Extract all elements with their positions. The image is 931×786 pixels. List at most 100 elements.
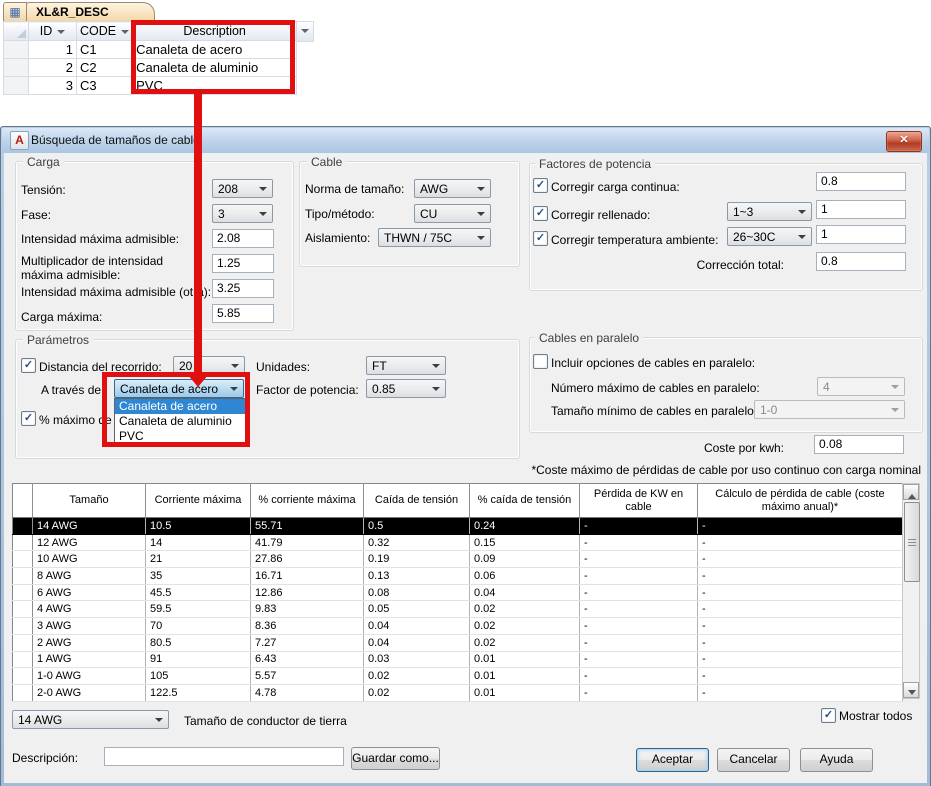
temperatura-input[interactable]: 1 xyxy=(816,225,906,244)
column-header-id[interactable]: ID xyxy=(28,21,77,41)
multiplicador-label: Multiplicador de intensidad máxima admis… xyxy=(21,254,164,282)
filter-dropdown-icon[interactable] xyxy=(57,29,66,38)
arrow-up-icon xyxy=(908,490,916,499)
tamano-minimo-combo[interactable]: 1-0 xyxy=(754,400,905,419)
cell-code[interactable]: C2 xyxy=(75,58,134,77)
maximo-caida-checkbox[interactable]: ✓ xyxy=(21,411,36,426)
rellenado-input[interactable]: 1 xyxy=(816,200,906,219)
annotation-arrow-line xyxy=(194,93,202,376)
table-row[interactable]: 8 AWG 35 16.71 0.13 0.06- - xyxy=(12,567,903,585)
column-header-code[interactable]: CODE xyxy=(75,21,134,41)
correccion-total-input[interactable]: 0.8 xyxy=(816,252,906,271)
table-row[interactable]: 1 AWG 91 6.43 0.03 0.01- - xyxy=(12,651,903,669)
a-traves-label: A través de: xyxy=(41,383,105,397)
factor-potencia-label: Factor de potencia: xyxy=(256,383,359,397)
multiplicador-input[interactable]: 1.25 xyxy=(212,254,274,273)
dropdown-arrow-icon xyxy=(259,187,267,195)
intensidad-label: Intensidad máxima admisible: xyxy=(21,232,180,246)
extra-column-header[interactable] xyxy=(296,21,314,42)
temperatura-checkbox[interactable]: ✓ xyxy=(533,231,548,246)
aislamiento-combo[interactable]: THWN / 75C xyxy=(378,228,491,247)
coste-kwh-input[interactable]: 0.08 xyxy=(814,435,904,454)
table-row[interactable]: 10 AWG 21 27.86 0.19 0.09- - xyxy=(12,550,903,569)
rellenado-checkbox[interactable]: ✓ xyxy=(533,206,548,221)
carga-continua-input[interactable]: 0.8 xyxy=(816,172,906,191)
table-row[interactable]: 1-0 AWG 105 5.57 0.02 0.01- - xyxy=(12,667,903,685)
carga-maxima-label: Carga máxima: xyxy=(21,310,103,324)
row-selector[interactable] xyxy=(3,76,29,95)
mostrar-todos-checkbox[interactable]: ✓ xyxy=(821,708,836,723)
unidades-combo[interactable]: FT xyxy=(366,356,446,375)
carga-continua-checkbox[interactable]: ✓ xyxy=(533,178,548,193)
datasheet-tab[interactable]: XL&R_DESC xyxy=(26,2,155,22)
table-row-selected[interactable]: 14 AWG 10.5 55.71 0.5 0.24- - xyxy=(12,517,903,535)
aislamiento-label: Aislamiento: xyxy=(305,231,371,245)
group-carga-title: Carga xyxy=(23,155,64,169)
checkmark-icon: ✓ xyxy=(23,359,34,371)
filter-dropdown-icon[interactable] xyxy=(301,29,309,37)
dropdown-arrow-icon xyxy=(891,408,899,416)
descripcion-input[interactable] xyxy=(104,747,344,766)
cell-id[interactable]: 3 xyxy=(28,76,77,95)
coste-footnote: *Coste máximo de pérdidas de cable por u… xyxy=(531,463,921,477)
table-row[interactable]: 4 AWG 59.5 9.83 0.05 0.02- - xyxy=(12,600,903,619)
results-header-row: Tamaño Corriente máxima % corriente máxi… xyxy=(12,483,903,518)
dropdown-arrow-icon xyxy=(477,187,485,195)
results-table: Tamaño Corriente máxima % corriente máxi… xyxy=(12,483,903,702)
scroll-up-button[interactable] xyxy=(903,484,919,500)
results-header: Corriente máxima xyxy=(145,483,251,518)
temperatura-combo[interactable]: 26~30C xyxy=(727,227,812,246)
row-selector[interactable] xyxy=(3,40,29,59)
ayuda-button[interactable]: Ayuda xyxy=(800,748,873,772)
distancia-checkbox[interactable]: ✓ xyxy=(21,358,36,373)
table-row[interactable]: 2-0 AWG 122.5 4.78 0.02 0.01- - xyxy=(12,684,903,702)
intensidad-input[interactable]: 2.08 xyxy=(212,229,274,248)
scrollbar-thumb[interactable] xyxy=(904,502,920,582)
unidades-label: Unidades: xyxy=(256,360,311,374)
incluir-paralelo-checkbox[interactable] xyxy=(533,354,548,369)
vertical-scrollbar[interactable] xyxy=(902,483,920,699)
close-button[interactable]: ✕ xyxy=(886,131,922,152)
tension-label: Tensión: xyxy=(21,183,66,197)
cancelar-button[interactable]: Cancelar xyxy=(717,748,790,772)
results-header: Pérdida de KW en cable xyxy=(579,483,698,518)
table-row[interactable]: 12 AWG 14 41.79 0.32 0.15- - xyxy=(12,534,903,552)
cell-code[interactable]: C3 xyxy=(75,76,134,95)
norma-combo[interactable]: AWG xyxy=(414,179,491,198)
dropdown-arrow-icon xyxy=(477,212,485,220)
dialog-title: Búsqueda de tamaños de cable xyxy=(31,133,200,147)
table-row[interactable]: 2 AWG 80.5 7.27 0.04 0.02- - xyxy=(12,634,903,652)
carga-maxima-input[interactable]: 5.85 xyxy=(212,304,274,323)
checkmark-icon: ✓ xyxy=(535,207,546,219)
annotation-rect-dropdown xyxy=(102,372,250,447)
rellenado-combo[interactable]: 1~3 xyxy=(727,202,812,221)
guardar-como-button[interactable]: Guardar como... xyxy=(351,747,440,770)
group-paralelo-title: Cables en paralelo xyxy=(535,331,644,345)
close-icon: ✕ xyxy=(899,134,909,146)
numero-maximo-value: 4 xyxy=(823,380,830,394)
scroll-down-button[interactable] xyxy=(903,682,919,698)
table-grid-icon: ▦ xyxy=(3,2,27,22)
cell-id[interactable]: 2 xyxy=(28,58,77,77)
fase-combo[interactable]: 3 xyxy=(212,204,273,223)
aceptar-button[interactable]: Aceptar xyxy=(636,748,709,772)
ground-size-label: Tamaño de conductor de tierra xyxy=(184,714,347,728)
select-all-corner[interactable] xyxy=(3,21,29,41)
intensidad-otra-input[interactable]: 3.25 xyxy=(212,279,274,298)
factor-potencia-combo[interactable]: 0.85 xyxy=(366,379,446,398)
row-selector[interactable] xyxy=(3,58,29,77)
tension-combo[interactable]: 208 xyxy=(212,179,273,198)
rellenado-label: Corregir rellenado: xyxy=(551,208,651,222)
results-header: % caída de tensión xyxy=(469,483,580,518)
aislamiento-value: THWN / 75C xyxy=(384,231,453,245)
filter-dropdown-icon[interactable] xyxy=(121,29,130,38)
table-row[interactable]: 3 AWG 70 8.36 0.04 0.02- - xyxy=(12,617,903,635)
tipo-combo[interactable]: CU xyxy=(414,204,491,223)
numero-maximo-combo[interactable]: 4 xyxy=(817,377,905,396)
cell-id[interactable]: 1 xyxy=(28,40,77,59)
ground-size-combo[interactable]: 14 AWG xyxy=(12,710,169,729)
cell-code[interactable]: C1 xyxy=(75,40,134,59)
intensidad-otra-label: Intensidad máxima admisible (otra): xyxy=(21,285,212,299)
table-row[interactable]: 6 AWG 45.5 12.86 0.08 0.04- - xyxy=(12,584,903,602)
mostrar-todos-label: Mostrar todos xyxy=(839,709,913,723)
